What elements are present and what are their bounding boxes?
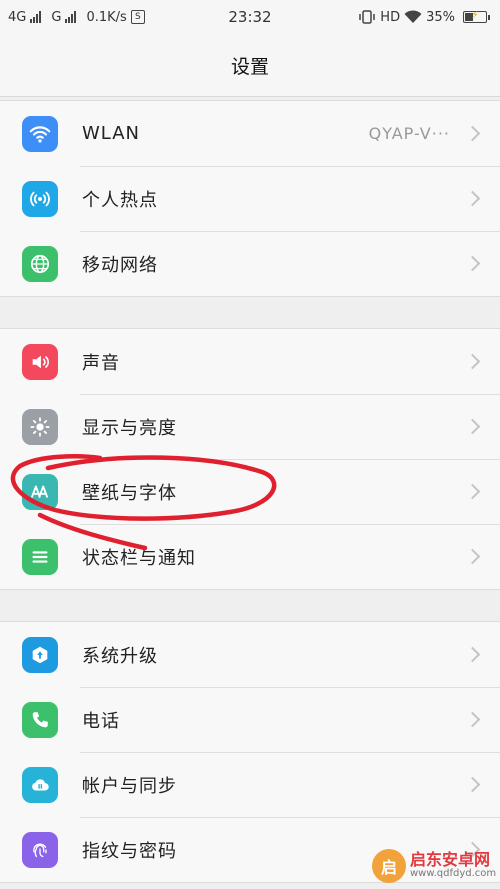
chevron-right-icon [464,125,481,141]
watermark-url: www.qdfdyd.com [410,868,497,880]
wifi-icon [22,115,58,152]
battery-percent: 35% [426,9,455,25]
settings-item-label: 帐户与同步 [82,775,177,797]
settings-item-label: 声音 [82,352,120,374]
settings-item-label: 系统升级 [82,645,158,667]
battery-icon: ⚡ [463,10,490,23]
chevron-right-icon [464,255,481,271]
settings-item-sound[interactable]: 声音 [0,329,500,394]
phone-icon [22,701,58,738]
s-badge-icon: S [130,10,145,24]
chevron-right-icon [464,418,481,434]
settings-item-label: 壁纸与字体 [82,482,177,504]
settings-item-label: 移动网络 [82,254,158,276]
settings-item-wallpaper[interactable]: 壁纸与字体 [0,459,500,524]
wifi-status-icon [404,10,422,23]
speaker-icon [22,343,58,380]
status-right: HD 35% ⚡ [358,10,490,25]
chevron-right-icon [464,353,481,369]
settings-item-accounts[interactable]: 帐户与同步 [0,752,500,817]
network-type-2: G [51,9,62,25]
network-speed: 0.1K/s [86,9,127,25]
list-icon [22,538,58,575]
wlan-current-network: QYAP-V··· [368,124,450,143]
font-icon [22,473,58,510]
watermark-logo-icon: 启 [372,849,406,883]
settings-group-3: 系统升级 电话 帐户与同步 指纹与密码 [0,621,500,883]
settings-item-display[interactable]: 显示与亮度 [0,394,500,459]
page-title: 设置 [230,55,269,78]
hotspot-icon [22,180,58,217]
watermark: 启 启东安卓网 www.qdfdyd.com [372,846,498,886]
update-icon [22,636,58,673]
fingerprint-icon [22,831,58,868]
status-bar: 4G G 0.1K/s S 23:32 HD 35% ⚡ [0,0,500,34]
cloud-icon [22,766,58,803]
brightness-icon [22,408,58,445]
page-header: 设置 [0,34,500,97]
chevron-right-icon [464,776,481,792]
settings-item-wlan[interactable]: WLAN QYAP-V··· [0,101,500,166]
settings-item-label: 显示与亮度 [82,417,177,439]
settings-item-label: 状态栏与通知 [82,547,196,569]
chevron-right-icon [464,483,481,499]
settings-item-status-bar[interactable]: 状态栏与通知 [0,524,500,589]
settings-item-label: 个人热点 [82,189,158,211]
vibrate-icon [359,10,376,24]
signal-icon [30,11,42,23]
settings-item-system-update[interactable]: 系统升级 [0,622,500,687]
settings-item-mobile-network[interactable]: 移动网络 [0,231,500,296]
settings-group-1: WLAN QYAP-V··· 个人热点 移动网络 [0,100,500,297]
watermark-title: 启东安卓网 [410,850,491,870]
chevron-right-icon [464,548,481,564]
hd-badge: HD [380,9,401,25]
settings-group-2: 声音 显示与亮度 壁纸与字体 状态栏与通知 [0,328,500,590]
chevron-right-icon [464,646,481,662]
chevron-right-icon [464,711,481,727]
watermark-text: 启东安卓网 www.qdfdyd.com [410,852,496,879]
signal-icon-2 [65,11,77,23]
settings-item-hotspot[interactable]: 个人热点 [0,166,500,231]
status-left: 4G G 0.1K/s S [8,10,145,25]
chevron-right-icon [464,190,481,206]
settings-item-label: 电话 [82,710,120,732]
globe-icon [22,245,58,282]
settings-item-phone[interactable]: 电话 [0,687,500,752]
network-type-1: 4G [8,9,27,25]
settings-item-label: 指纹与密码 [82,840,177,862]
settings-item-label: WLAN [82,123,141,144]
